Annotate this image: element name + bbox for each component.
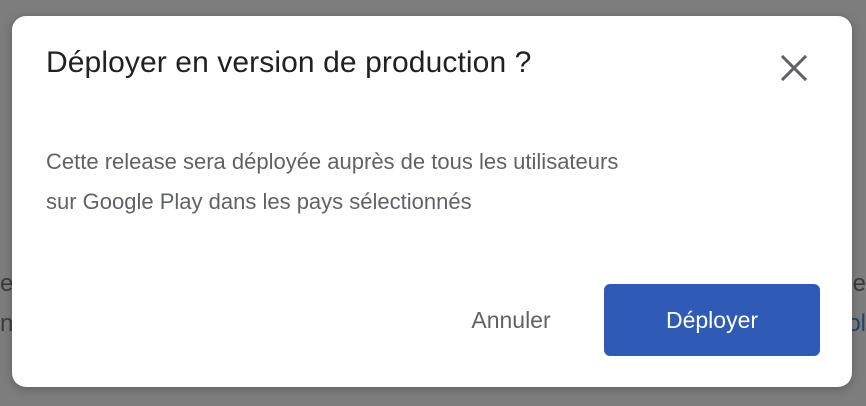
cancel-button[interactable]: Annuler [452, 284, 570, 356]
dialog-message-line: Cette release sera déployée auprès de to… [46, 149, 619, 174]
close-button[interactable] [774, 48, 814, 88]
deploy-button[interactable]: Déployer [604, 284, 820, 356]
dialog-message: Cette release sera déployée auprès de to… [46, 142, 826, 222]
deploy-confirmation-dialog: Déployer en version de production ? Cett… [12, 16, 852, 387]
dialog-title: Déployer en version de production ? [46, 46, 532, 79]
close-icon [780, 54, 808, 82]
dialog-message-line: sur Google Play dans les pays sélectionn… [46, 189, 472, 214]
